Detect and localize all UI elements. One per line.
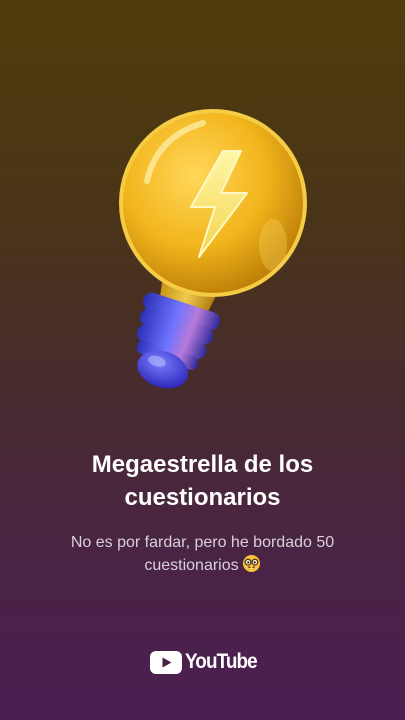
nerd-face-emoji-icon [242, 554, 261, 580]
youtube-logo: YouTube [150, 648, 265, 676]
achievement-description-text: No es por fardar, pero he bordado 50 cue… [70, 534, 335, 574]
lightbulb-badge-illustration [95, 95, 325, 405]
youtube-wordmark: YouTube [185, 650, 258, 673]
achievement-screen: Megaestrella de los cuestionarios No es … [0, 0, 405, 720]
achievement-title: Megaestrella de los cuestionarios [91, 451, 314, 511]
achievement-description: No es por fardar, pero he bordado 50 cue… [40, 531, 365, 580]
youtube-play-icon [150, 650, 182, 674]
